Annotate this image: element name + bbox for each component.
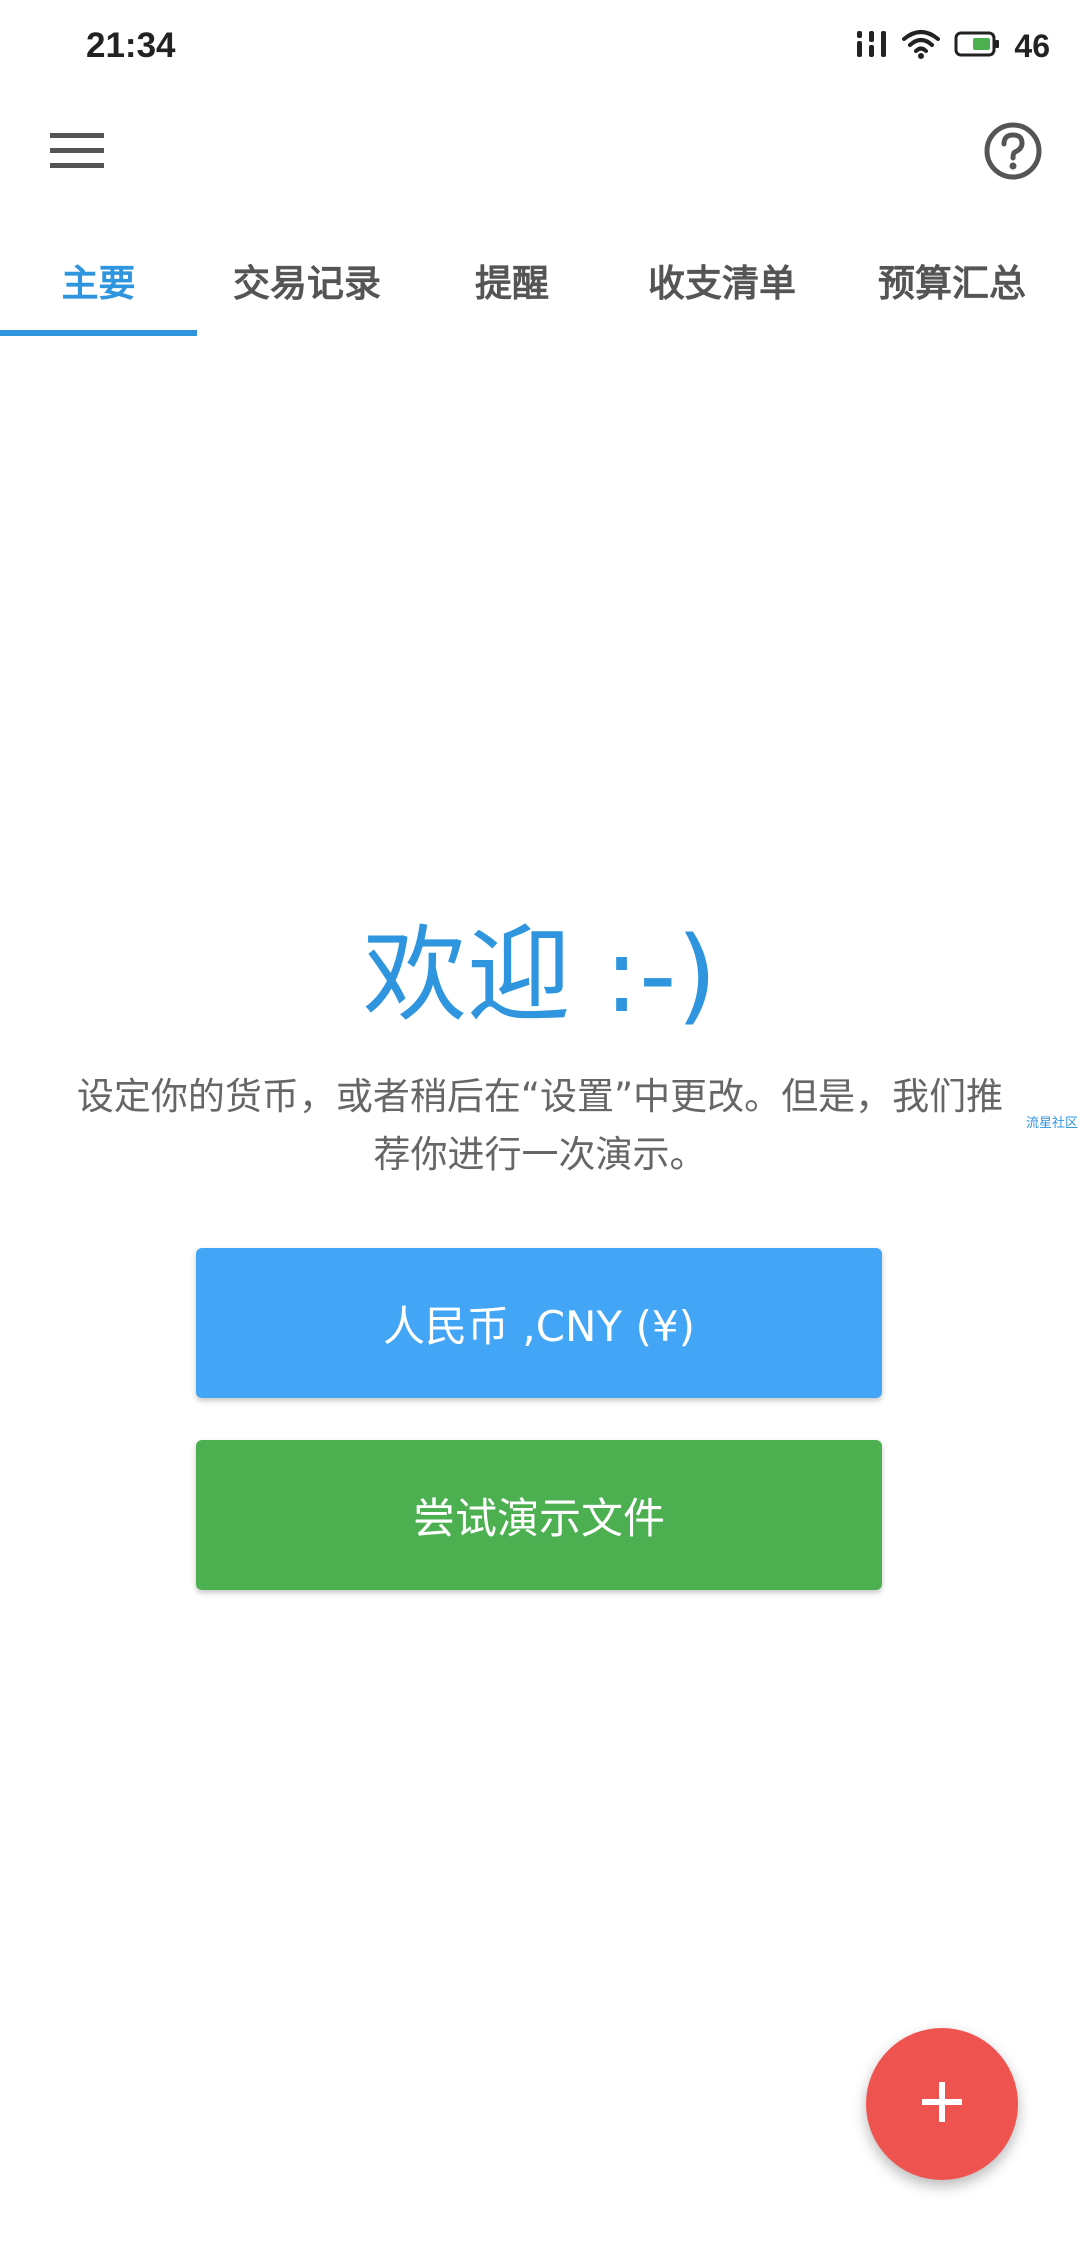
tab-budget-summary[interactable]: 预算汇总: [837, 228, 1067, 332]
tab-bar: 主要 交易记录 提醒 收支清单 预算汇总: [0, 228, 1080, 338]
status-icons: 46: [856, 28, 1050, 65]
plus-icon: [920, 2080, 964, 2128]
try-demo-button[interactable]: 尝试演示文件: [196, 1440, 882, 1590]
wifi-icon: [902, 29, 941, 63]
hamburger-menu-icon[interactable]: [40, 114, 114, 188]
battery-icon: [954, 30, 1000, 62]
currency-button[interactable]: 人民币 ,CNY (¥): [196, 1248, 882, 1398]
tab-reminders[interactable]: 提醒: [417, 228, 607, 332]
battery-level: 46: [1014, 27, 1050, 64]
status-time: 21:34: [86, 26, 176, 65]
tab-transactions[interactable]: 交易记录: [197, 228, 417, 332]
screen: 21:34 46 主要 交易记录 提醒 收支清单 预算汇总 欢迎:-) 设定你…: [0, 0, 1080, 2248]
side-watermark-text: 流星社区: [1025, 1116, 1078, 1131]
welcome-title: 欢迎 :-): [362, 914, 718, 1036]
welcome-description: 设定你的货币，或者稍后在“设置”中更改。但是，我们推荐你进行一次演示。: [76, 1075, 1004, 1176]
signal-icon: [856, 29, 888, 63]
tab-indicator: [0, 330, 197, 336]
add-fab-button[interactable]: [866, 2028, 1018, 2180]
tab-income-expense[interactable]: 收支清单: [607, 228, 837, 332]
status-bar: 21:34 46: [0, 0, 1080, 92]
tab-main[interactable]: 主要: [0, 228, 197, 332]
help-circle-icon[interactable]: [976, 114, 1050, 188]
app-bar: [0, 92, 1080, 204]
